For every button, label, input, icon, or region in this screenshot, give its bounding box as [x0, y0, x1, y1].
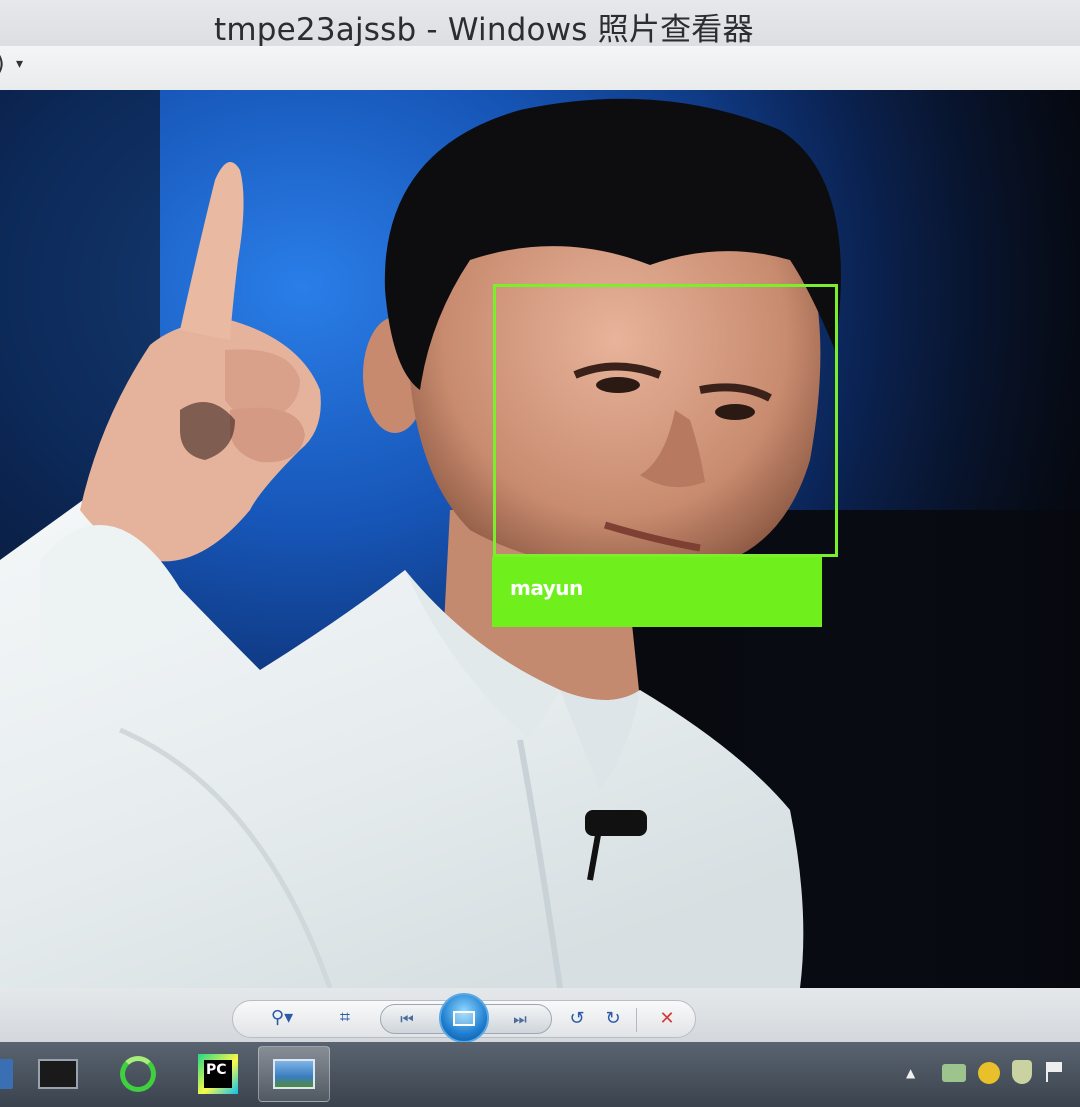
photo-viewport: mayun — [0, 90, 1080, 988]
zoom-icon[interactable]: ⚲▾ — [262, 1002, 302, 1032]
divider — [636, 1008, 637, 1032]
slideshow-button[interactable] — [439, 993, 489, 1043]
chevron-down-icon[interactable]: ▾ — [16, 56, 23, 72]
folder-icon — [0, 1059, 13, 1089]
viewer-controls: ⚲▾ ⌗ ⏮ ⏭ ↺ ↻ ✕ — [0, 988, 1080, 1043]
terminal-icon — [38, 1059, 78, 1089]
taskbar-item-photo-viewer[interactable] — [258, 1046, 330, 1102]
network-icon[interactable] — [942, 1064, 966, 1082]
rotate-counterclockwise-icon[interactable]: ↺ — [560, 1003, 594, 1033]
face-label: mayun — [510, 576, 583, 600]
face-label-bar: mayun — [492, 557, 822, 627]
shield-icon[interactable] — [1012, 1060, 1032, 1084]
taskbar-item-terminal[interactable] — [22, 1046, 94, 1102]
next-icon[interactable]: ⏭ — [503, 1004, 537, 1034]
title-bar: tmpe23ajssb - Windows 照片查看器 — [0, 0, 1080, 48]
actual-size-icon[interactable]: ⌗ — [328, 1002, 362, 1032]
rotate-clockwise-icon[interactable]: ↻ — [596, 1003, 630, 1033]
face-detection-box — [493, 284, 838, 557]
security-center-icon[interactable] — [978, 1062, 1000, 1084]
command-bar: ) ▾ — [0, 46, 1080, 91]
previous-icon[interactable]: ⏮ — [390, 1004, 424, 1034]
menu-item-fragment[interactable]: ) — [0, 52, 5, 77]
taskbar: PC ▲ — [0, 1042, 1080, 1107]
pycharm-icon: PC — [198, 1054, 238, 1094]
loading-icon — [120, 1056, 156, 1092]
taskbar-item-pycharm[interactable]: PC — [182, 1046, 254, 1102]
show-hidden-icons-icon[interactable]: ▲ — [906, 1066, 915, 1080]
slideshow-icon — [453, 1010, 475, 1026]
taskbar-item-loading[interactable] — [102, 1046, 174, 1102]
delete-icon[interactable]: ✕ — [650, 1003, 684, 1033]
action-center-flag-icon[interactable] — [1046, 1062, 1066, 1082]
pycharm-label: PC — [204, 1060, 232, 1088]
photo-viewer-icon — [273, 1059, 315, 1089]
window-title: tmpe23ajssb - Windows 照片查看器 — [214, 12, 754, 48]
